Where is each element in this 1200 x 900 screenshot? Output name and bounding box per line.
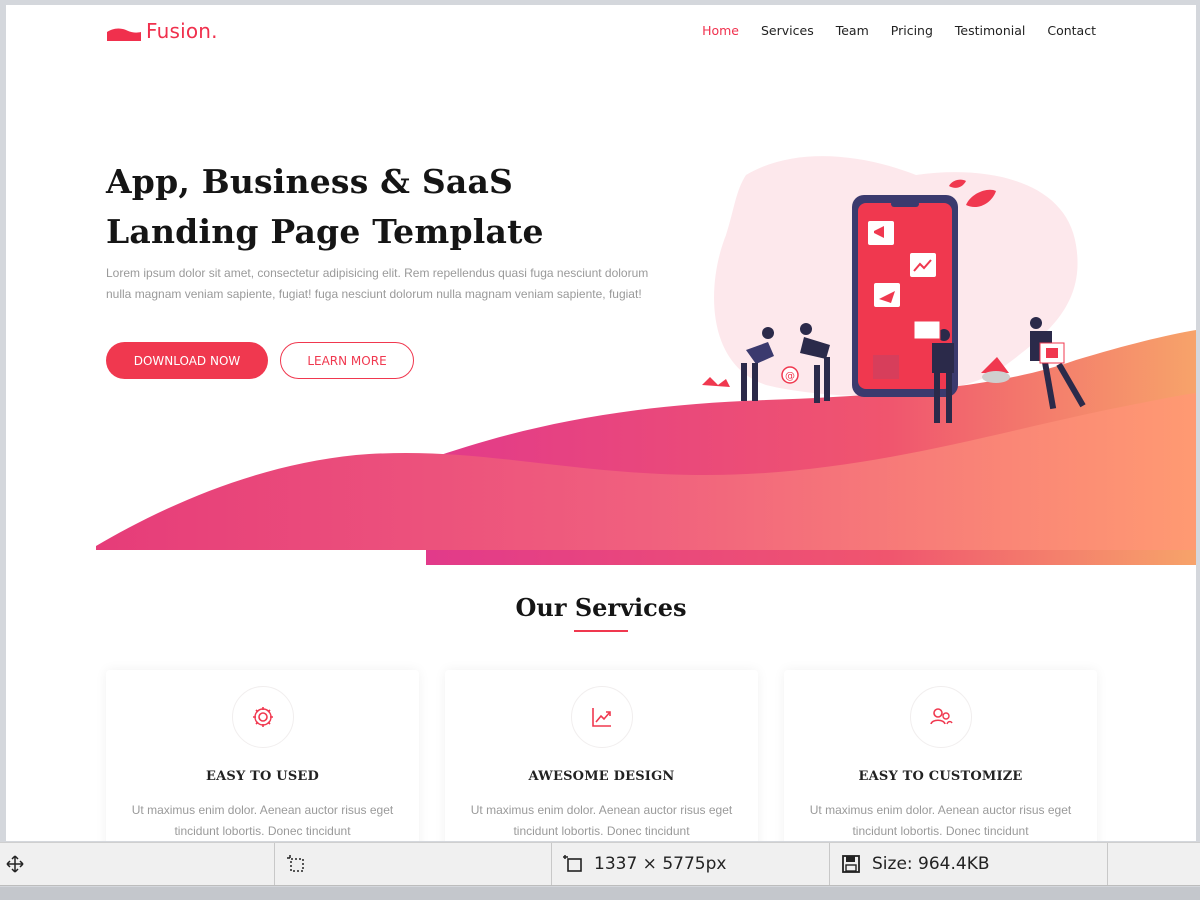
brand-logo[interactable]: Fusion.	[106, 19, 218, 43]
selection-icon[interactable]	[285, 853, 307, 875]
service-card-title: EASY TO CUSTOMIZE	[858, 769, 1023, 784]
service-card-text: Ut maximus enim dolor. Aenean auctor ris…	[809, 803, 1072, 838]
section-title-underline	[574, 630, 628, 632]
hero-title: App, Business & SaaS Landing Page Templa…	[106, 157, 626, 257]
svg-text:@: @	[785, 371, 795, 382]
brand-name: Fusion.	[146, 19, 218, 43]
nav-item-testimonial[interactable]: Testimonial	[955, 23, 1025, 38]
nav-item-contact[interactable]: Contact	[1047, 23, 1096, 38]
nav-item-team[interactable]: Team	[836, 23, 869, 38]
services-section-title: Our Services	[515, 593, 687, 622]
resize-icon	[562, 853, 584, 875]
gear-icon	[232, 686, 294, 748]
status-cell-selection	[275, 843, 552, 885]
move-icon[interactable]	[4, 853, 26, 875]
chart-line-icon	[571, 686, 633, 748]
nav-item-services[interactable]: Services	[761, 23, 814, 38]
learn-more-button[interactable]: LEARN MORE	[280, 342, 414, 379]
logo-mark-icon	[107, 28, 141, 41]
viewer-status-bar: 1337 × 5775px Size: 964.4KB	[0, 842, 1200, 886]
service-card-text: Ut maximus enim dolor. Aenean auctor ris…	[470, 803, 733, 838]
service-card-easy-to-use: EASY TO USED Ut maximus enim dolor. Aene…	[106, 670, 419, 841]
hero-title-line-1: App, Business & SaaS	[106, 162, 514, 201]
service-card-text: Ut maximus enim dolor. Aenean auctor ris…	[131, 803, 394, 838]
file-size: Size: 964.4KB	[872, 854, 990, 874]
top-navbar: Fusion. Home Services Team Pricing Testi…	[6, 5, 1196, 65]
status-cell-empty	[1108, 843, 1200, 885]
status-cell-move	[0, 843, 275, 885]
download-now-button[interactable]: DOWNLOAD NOW	[106, 342, 268, 379]
screenshot-canvas: @ Fusion. Home Services Team Pricing Tes…	[6, 5, 1196, 841]
window-bottom-edge	[0, 887, 1200, 900]
status-cell-dimensions: 1337 × 5775px	[552, 843, 830, 885]
service-card-easy-to-customize: EASY TO CUSTOMIZE Ut maximus enim dolor.…	[784, 670, 1097, 841]
service-card-title: EASY TO USED	[205, 769, 320, 784]
status-cell-size: Size: 964.4KB	[830, 843, 1108, 885]
image-dimensions: 1337 × 5775px	[594, 854, 727, 874]
nav-item-home[interactable]: Home	[702, 23, 739, 38]
hero-title-line-2: Landing Page Template	[106, 212, 544, 251]
users-icon	[910, 686, 972, 748]
service-card-awesome-design: AWESOME DESIGN Ut maximus enim dolor. Ae…	[445, 670, 758, 841]
image-viewer-window: @ Fusion. Home Services Team Pricing Tes…	[0, 0, 1200, 900]
nav-item-pricing[interactable]: Pricing	[891, 23, 933, 38]
main-nav: Home Services Team Pricing Testimonial C…	[702, 23, 1096, 38]
hero-description: Lorem ipsum dolor sit amet, consectetur …	[106, 266, 649, 301]
service-card-title: AWESOME DESIGN	[528, 769, 675, 784]
save-icon	[840, 853, 862, 875]
